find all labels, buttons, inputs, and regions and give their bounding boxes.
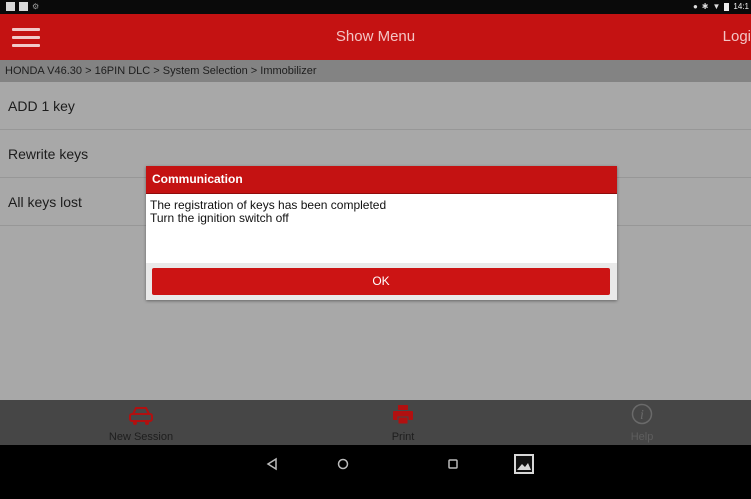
menu-item-add-1-key[interactable]: ADD 1 key [0,82,751,130]
bottom-toolbar: New Session Print i Help [0,400,751,445]
dialog-message: The registration of keys has been comple… [146,194,617,254]
info-icon: i [631,403,653,425]
back-icon[interactable] [258,451,286,477]
dialog-title: Communication [146,166,617,194]
notification-icon [6,2,15,11]
new-session-button[interactable]: New Session [96,400,186,445]
bluetooth-icon: ✱ [701,2,709,11]
title-bar: Show Menu Logi [0,14,751,60]
dialog-button-area: OK [146,263,617,300]
status-bar: ⚙ ● ✱ ▼ 14:1 [0,0,751,14]
location-icon: ● [692,2,698,11]
recents-icon[interactable] [439,451,467,477]
new-session-label: New Session [108,431,174,443]
svg-text:i: i [640,408,644,423]
app-notification-icon [19,2,28,11]
print-button[interactable]: Print [358,400,448,445]
settings-notification-icon: ⚙ [32,2,40,11]
car-icon [129,407,153,425]
breadcrumb: HONDA V46.30 > 16PIN DLC > System Select… [0,60,751,82]
printer-icon [393,405,413,425]
battery-icon [724,2,730,11]
status-time: 14:1 [733,2,749,11]
login-button[interactable]: Logi [723,28,751,45]
dialog-message-line: Turn the ignition switch off [150,211,289,225]
communication-dialog: Communication The registration of keys h… [146,166,617,300]
ok-button[interactable]: OK [152,268,610,295]
wifi-icon: ▼ [712,2,721,11]
help-label: Help [630,431,654,443]
home-icon[interactable] [329,451,357,477]
status-right-icons: ● ✱ ▼ 14:1 [693,2,749,11]
help-button[interactable]: i Help [602,400,682,445]
status-left-icons: ⚙ [6,2,39,11]
screenshot-icon[interactable] [510,451,538,477]
print-label: Print [391,431,415,443]
page-title: Show Menu [335,28,416,45]
nav-bar [0,445,751,499]
